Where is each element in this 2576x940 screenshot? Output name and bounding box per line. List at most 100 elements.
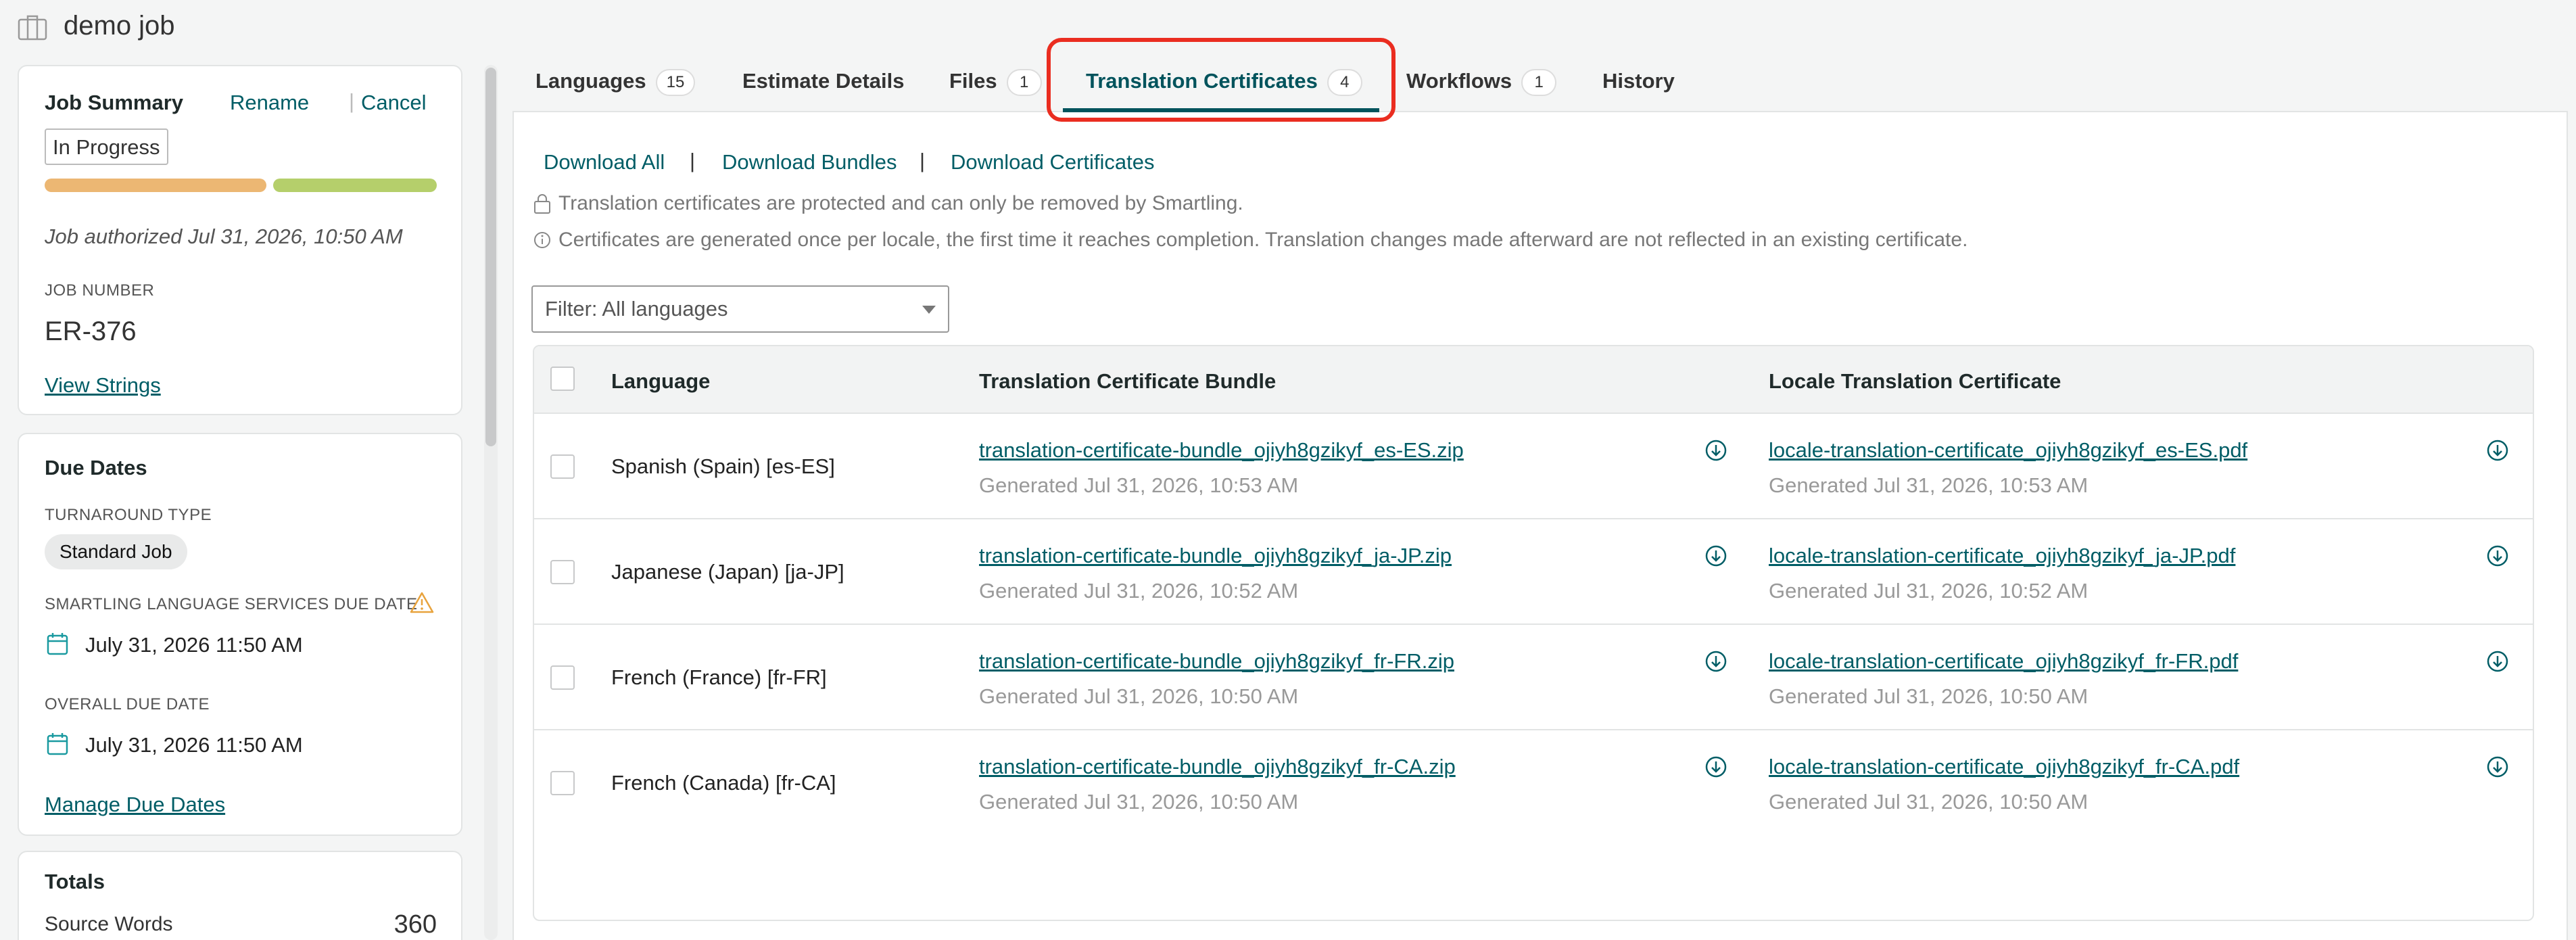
locale-file-link[interactable]: locale-translation-certificate_ojiyh8gzi… — [1769, 755, 2239, 779]
bundle-generated-text: Generated Jul 31, 2026, 10:50 AM — [979, 684, 1299, 708]
download-all-link[interactable]: Download All — [544, 150, 665, 174]
separator: | — [690, 149, 696, 172]
download-bundles-link[interactable]: Download Bundles — [722, 150, 897, 174]
download-icon[interactable] — [2485, 755, 2510, 779]
sidebar-scrollbar-thumb[interactable] — [485, 68, 496, 446]
due-dates-card: Due Dates TURNAROUND TYPE Standard Job S… — [18, 433, 462, 836]
tab-workflows[interactable]: Workflows 1 — [1406, 69, 1557, 96]
download-icon[interactable] — [1704, 755, 1728, 779]
download-icon[interactable] — [1704, 544, 1728, 568]
status-badge: In Progress — [45, 128, 168, 165]
tab-label: Languages — [535, 69, 646, 93]
source-words-label: Source Words — [45, 913, 173, 935]
download-icon[interactable] — [1704, 438, 1728, 463]
source-words-value: 360 — [393, 910, 437, 939]
tab-estimate-details[interactable]: Estimate Details — [742, 69, 905, 93]
download-certificates-link[interactable]: Download Certificates — [951, 150, 1155, 174]
download-icon[interactable] — [2485, 438, 2510, 463]
overall-due-date: July 31, 2026 11:50 AM — [85, 733, 303, 757]
download-icon[interactable] — [1704, 649, 1728, 674]
page-title: demo job — [64, 11, 175, 41]
bundle-generated-text: Generated Jul 31, 2026, 10:50 AM — [979, 790, 1299, 814]
overall-due-label: OVERALL DUE DATE — [45, 695, 210, 713]
bundle-file-link[interactable]: translation-certificate-bundle_ojiyh8gzi… — [979, 544, 1452, 568]
locale-generated-text: Generated Jul 31, 2026, 10:52 AM — [1769, 579, 2089, 603]
view-strings-link[interactable]: View Strings — [45, 373, 161, 398]
locale-generated-text: Generated Jul 31, 2026, 10:50 AM — [1769, 790, 2089, 814]
progress-bar-complete — [273, 179, 437, 192]
sls-due-label: SMARTLING LANGUAGE SERVICES DUE DATE — [45, 595, 418, 613]
tab-count: 15 — [655, 69, 696, 96]
table-header: Language Translation Certificate Bundle … — [534, 346, 2533, 414]
tab-label: Estimate Details — [742, 69, 905, 93]
download-icon[interactable] — [2485, 649, 2510, 674]
table-row: Japanese (Japan) [ja-JP] translation-cer… — [534, 519, 2533, 625]
locale-generated-text: Generated Jul 31, 2026, 10:50 AM — [1769, 684, 2089, 708]
tab-files[interactable]: Files 1 — [949, 69, 1042, 96]
turnaround-badge: Standard Job — [45, 534, 187, 569]
select-all-checkbox[interactable] — [550, 367, 575, 391]
cancel-link[interactable]: Cancel — [361, 91, 427, 115]
protected-notice: Translation certificates are protected a… — [533, 192, 1243, 215]
language-cell: Japanese (Japan) [ja-JP] — [611, 560, 844, 584]
rename-link[interactable]: Rename — [230, 91, 309, 115]
certificates-table: Language Translation Certificate Bundle … — [533, 345, 2534, 921]
bundle-file-link[interactable]: translation-certificate-bundle_ojiyh8gzi… — [979, 755, 1456, 779]
generated-text: Certificates are generated once per loca… — [558, 229, 1968, 251]
separator: | — [349, 89, 355, 113]
language-filter-select[interactable]: Filter: All languages — [531, 285, 949, 333]
column-header-locale: Locale Translation Certificate — [1769, 369, 2061, 393]
locale-file-link[interactable]: locale-translation-certificate_ojiyh8gzi… — [1769, 649, 2238, 674]
protected-text: Translation certificates are protected a… — [558, 192, 1243, 214]
calendar-icon — [47, 633, 68, 655]
totals-title: Totals — [45, 870, 105, 893]
column-header-language: Language — [611, 369, 711, 393]
caret-down-icon — [922, 306, 936, 314]
generated-notice: Certificates are generated once per loca… — [533, 229, 1967, 252]
totals-card: Totals Source Words 360 — [18, 851, 462, 940]
row-checkbox[interactable] — [550, 771, 575, 795]
locale-file-link[interactable]: locale-translation-certificate_ojiyh8gzi… — [1769, 544, 2235, 568]
filter-label: Filter: All languages — [545, 297, 728, 321]
tab-languages[interactable]: Languages 15 — [535, 69, 696, 96]
job-summary-card: Job Summary Rename | Cancel In Progress … — [18, 65, 462, 415]
briefcase-icon — [18, 15, 47, 41]
tab-label: Workflows — [1406, 69, 1512, 93]
tab-history[interactable]: History — [1602, 69, 1675, 93]
row-checkbox[interactable] — [550, 665, 575, 690]
calendar-icon — [47, 733, 68, 755]
job-number: ER-376 — [45, 316, 137, 346]
due-dates-title: Due Dates — [45, 456, 147, 479]
info-icon — [534, 232, 550, 248]
locale-file-link[interactable]: locale-translation-certificate_ojiyh8gzi… — [1769, 438, 2247, 463]
tab-count: 1 — [1006, 69, 1042, 96]
bundle-generated-text: Generated Jul 31, 2026, 10:53 AM — [979, 473, 1299, 497]
separator: | — [920, 149, 926, 172]
job-number-label: JOB NUMBER — [45, 281, 155, 300]
sls-due-date: July 31, 2026 11:50 AM — [85, 633, 303, 657]
bundle-file-link[interactable]: translation-certificate-bundle_ojiyh8gzi… — [979, 438, 1464, 463]
table-row: French (Canada) [fr-CA] translation-cert… — [534, 730, 2533, 836]
tab-label: Files — [949, 69, 997, 93]
language-cell: French (Canada) [fr-CA] — [611, 771, 836, 795]
turnaround-label: TURNAROUND TYPE — [45, 506, 212, 524]
row-checkbox[interactable] — [550, 560, 575, 584]
bundle-file-link[interactable]: translation-certificate-bundle_ojiyh8gzi… — [979, 649, 1454, 674]
tab-count: 1 — [1521, 69, 1557, 96]
bundle-generated-text: Generated Jul 31, 2026, 10:52 AM — [979, 579, 1299, 603]
highlight-annotation — [1047, 38, 1396, 122]
language-cell: French (France) [fr-FR] — [611, 665, 827, 689]
column-header-bundle: Translation Certificate Bundle — [979, 369, 1277, 393]
locale-generated-text: Generated Jul 31, 2026, 10:53 AM — [1769, 473, 2089, 497]
warning-icon — [410, 592, 434, 613]
lock-icon — [534, 194, 550, 214]
authorized-text: Job authorized Jul 31, 2026, 10:50 AM — [45, 225, 403, 248]
download-icon[interactable] — [2485, 544, 2510, 568]
tab-label: History — [1602, 69, 1675, 93]
table-row: Spanish (Spain) [es-ES] translation-cert… — [534, 414, 2533, 519]
row-checkbox[interactable] — [550, 454, 575, 479]
table-row: French (France) [fr-FR] translation-cert… — [534, 625, 2533, 730]
progress-bar-in-progress — [45, 179, 266, 192]
manage-due-dates-link[interactable]: Manage Due Dates — [45, 793, 225, 817]
language-cell: Spanish (Spain) [es-ES] — [611, 454, 835, 478]
